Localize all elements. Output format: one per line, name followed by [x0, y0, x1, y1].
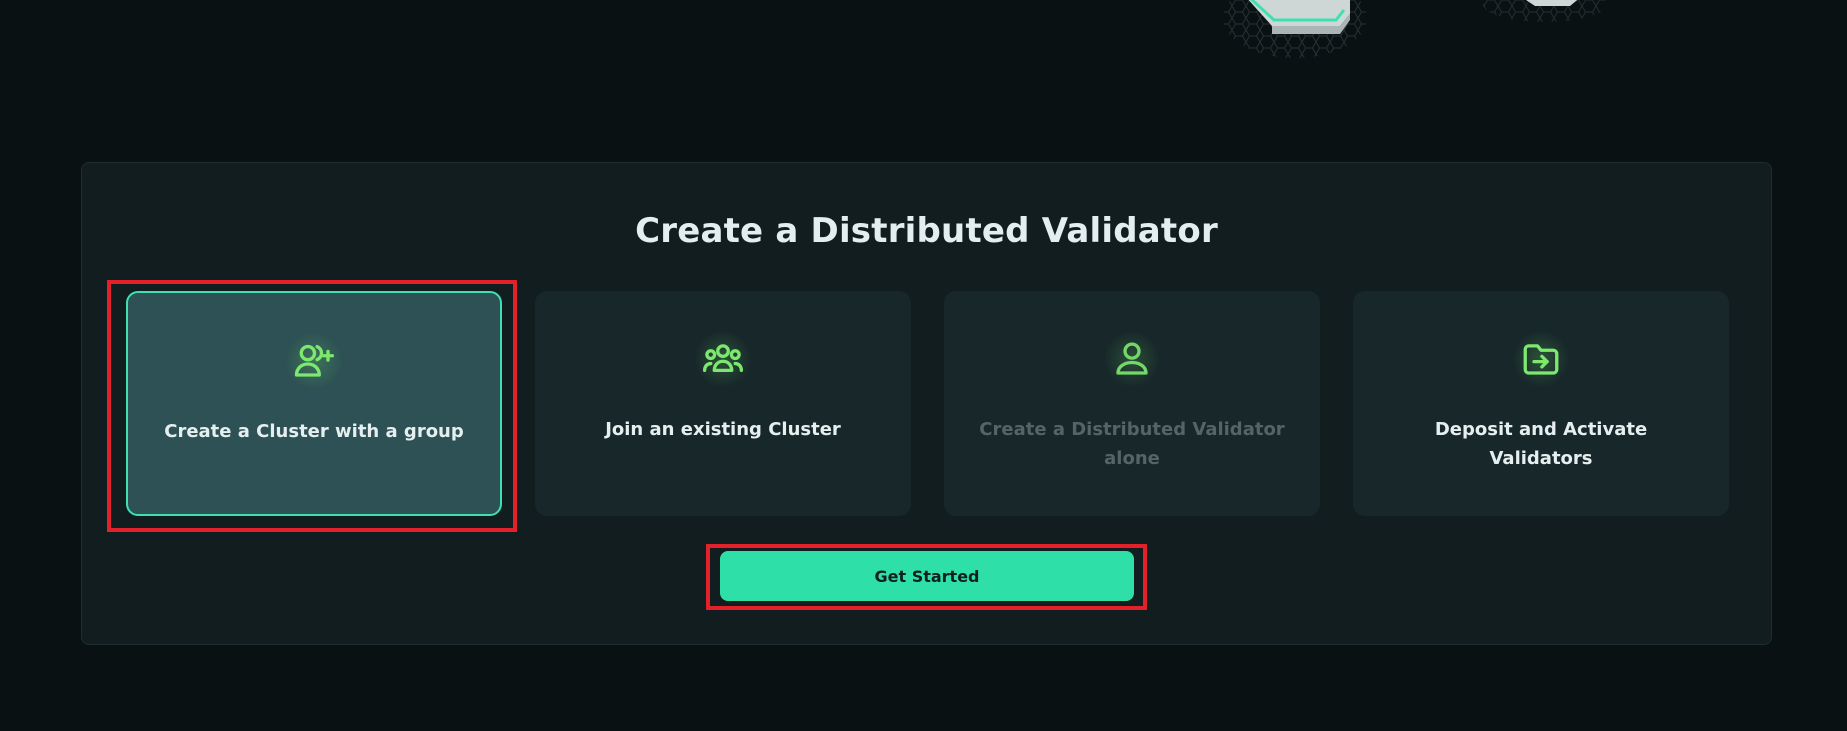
validator-nodes-illustration [1223, 0, 1607, 58]
panel-title: Create a Distributed Validator [635, 211, 1218, 251]
option-card-join-cluster[interactable]: Join an existing Cluster [535, 291, 911, 516]
option-card-create-cluster-group[interactable]: Create a Cluster with a group [126, 291, 502, 516]
folder-arrow-icon [1511, 329, 1571, 389]
option-label: Join an existing Cluster [605, 419, 841, 440]
option-card-create-validator-alone[interactable]: Create a Distributed Validator alone [944, 291, 1320, 516]
users-group-icon [693, 329, 753, 389]
option-label: Deposit and Activate Validators [1434, 419, 1648, 469]
user-icon [1102, 329, 1162, 389]
option-label: Create a Distributed Validator alone [979, 419, 1285, 469]
option-card-deposit-activate[interactable]: Deposit and Activate Validators [1353, 291, 1729, 516]
option-label: Create a Cluster with a group [164, 421, 464, 442]
user-plus-icon [284, 331, 344, 391]
get-started-button[interactable]: Get Started [720, 551, 1134, 601]
